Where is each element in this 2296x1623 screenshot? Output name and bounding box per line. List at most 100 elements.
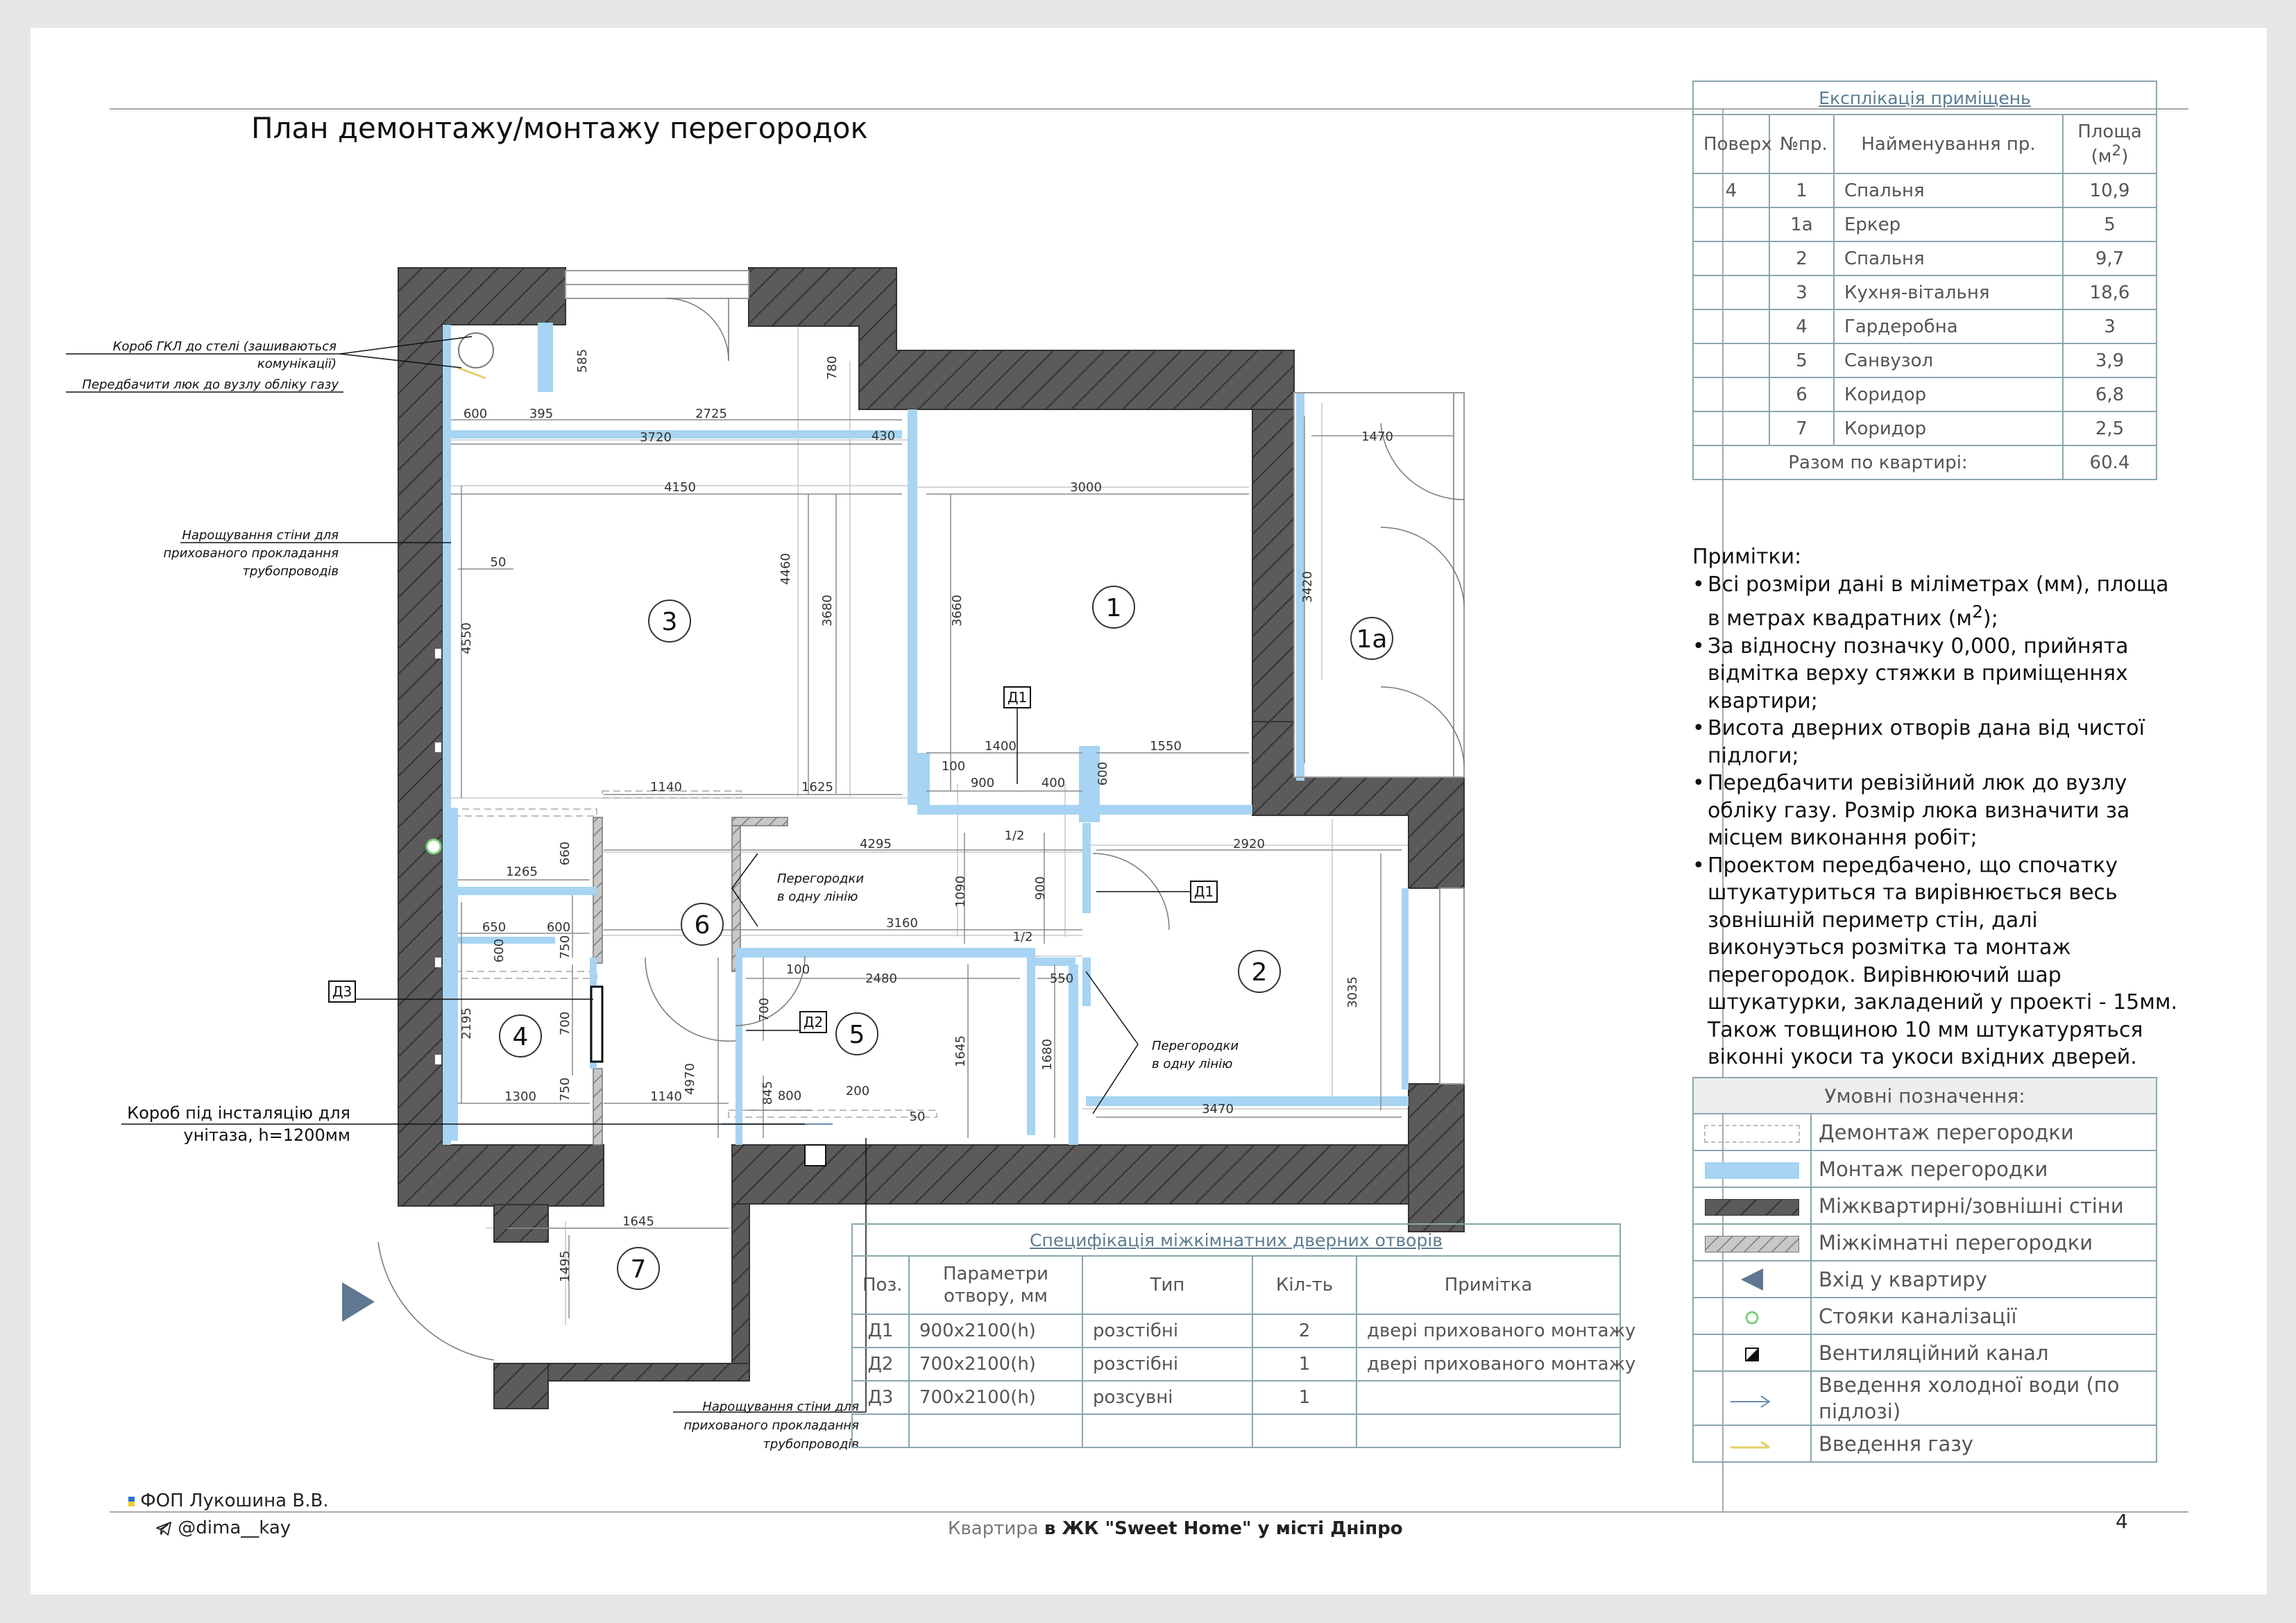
room-name: Коридор (1833, 411, 2064, 446)
room-name: Санвузол (1833, 343, 2064, 378)
door-type: розстібні (1082, 1314, 1253, 1348)
dim-650: 650 (482, 920, 506, 935)
gas-hatch-note: Передбачити люк до вузлу обліку газу (82, 377, 339, 392)
rooms-header-no: №пр. (1769, 114, 1835, 174)
legend-table: Умовні позначення: Демонтаж перегородки … (1692, 1077, 2158, 1463)
wall-build-bottom-3: трубопроводів (763, 1437, 859, 1452)
door-pos (851, 1413, 910, 1448)
room-number-1a: 1а (1357, 625, 1388, 654)
doors-header-type: Тип (1082, 1255, 1253, 1315)
dim-100-d1: 100 (942, 759, 965, 774)
dim-600-d1: 600 (1096, 762, 1110, 785)
room-floor (1692, 241, 1770, 276)
dim-1550: 1550 (1150, 739, 1182, 754)
room-area: 10,9 (2062, 173, 2157, 208)
room-number-1: 1 (1106, 594, 1122, 622)
rooms-header-floor: Поверх (1692, 114, 1772, 174)
dim-2725: 2725 (695, 407, 727, 421)
page-number: 4 (2116, 1510, 2128, 1533)
door-note: двері прихованого монтажу (1355, 1314, 1635, 1348)
door-params: 900х2100(h) (908, 1314, 1083, 1348)
dim-3000: 3000 (1070, 480, 1102, 495)
door-note (1355, 1413, 1622, 1448)
interior-partitions (593, 817, 788, 1146)
room-no: 7 (1769, 411, 1835, 446)
door-pos: Д2 (851, 1347, 910, 1382)
note-item: За відносну позначку 0,000, прийнята від… (1692, 633, 2178, 715)
door-tag-d1-right: Д1 (1194, 883, 1214, 900)
room-number-6: 6 (695, 911, 711, 940)
dim-3470: 3470 (1202, 1102, 1234, 1116)
project-prefix: Квартира (948, 1518, 1039, 1539)
dim-2920: 2920 (1233, 837, 1265, 851)
dim-1265: 1265 (506, 865, 538, 879)
note-item: Всі розміри дані в міліметрах (мм), площ… (1692, 571, 2178, 633)
doors-header-params: Параметри отвору, мм (908, 1255, 1083, 1315)
door-params (908, 1413, 1083, 1448)
rooms-total-label: Разом по квартирі: (1692, 445, 2064, 480)
door-note (1355, 1380, 1622, 1415)
dim-4550: 4550 (459, 622, 474, 654)
room-name: Коридор (1833, 377, 2064, 412)
door-type: розсувні (1082, 1380, 1253, 1415)
legend-label: Міжквартирні/зовнішні стіни (1810, 1187, 2158, 1225)
legend-symbol-new-partition (1692, 1150, 1812, 1188)
toilet-box-note-1: Короб під інсталяцію для (127, 1103, 350, 1123)
dim-395: 395 (529, 407, 553, 421)
dim-4970: 4970 (683, 1063, 697, 1095)
dim-1470: 1470 (1361, 430, 1393, 444)
door-type: розстібні (1082, 1347, 1253, 1382)
dim-half-1: 1/2 (1005, 829, 1025, 843)
room-floor (1692, 207, 1770, 242)
room-floor (1692, 377, 1770, 412)
door-tag-d1-top: Д1 (1007, 689, 1027, 706)
room-number-2: 2 (1252, 958, 1268, 987)
gkl-box-note-2: комунікації) (257, 357, 337, 371)
footer-handle[interactable]: @dima__kay (155, 1518, 291, 1538)
dim-3035: 3035 (1345, 976, 1360, 1008)
rooms-total-value: 60.4 (2062, 445, 2157, 480)
handle-text: @dima__kay (178, 1518, 291, 1538)
room-floor (1692, 343, 1770, 378)
dim-3660: 3660 (950, 595, 964, 627)
entry-arrow-icon (342, 1282, 375, 1322)
doors-specification-table: Специфікація міжкімнатних дверних отворі… (851, 1223, 1635, 1448)
room-no: 6 (1769, 377, 1835, 412)
partitions-line-1b: в одну лінію (777, 890, 858, 904)
legend-symbol-vent (1692, 1334, 1812, 1372)
notes-heading: Примітки: (1692, 545, 1802, 569)
dim-660: 660 (558, 842, 572, 865)
dim-1495: 1495 (558, 1250, 572, 1282)
dim-900-d1: 900 (971, 776, 994, 790)
dim-400: 400 (1041, 776, 1065, 790)
room-floor (1692, 309, 1770, 344)
dim-700-wardrobe: 700 (558, 1012, 572, 1035)
legend-label: Вентиляційний канал (1810, 1334, 2158, 1372)
room-name: Еркер (1833, 207, 2064, 242)
room-area: 5 (2062, 207, 2157, 242)
gas-line (457, 366, 486, 380)
dim-600-wardrobe: 600 (547, 920, 570, 935)
room-floor: 4 (1692, 173, 1770, 208)
room-floor (1692, 411, 1770, 446)
room-no: 1 (1769, 173, 1835, 208)
dim-845: 845 (760, 1081, 775, 1105)
footer-project-title: Квартира в ЖК "Sweet Home" у місті Дніпр… (948, 1518, 1403, 1539)
room-no: 5 (1769, 343, 1835, 378)
legend-label: Введення газу (1810, 1425, 2158, 1463)
legend-symbol-entry (1692, 1260, 1812, 1298)
legend-caption: Умовні позначення: (1692, 1077, 2158, 1114)
room-area: 6,8 (2062, 377, 2157, 412)
wall-build-bottom-1: Нарощування стіни для (702, 1400, 859, 1414)
legend-label: Стояки каналізації (1810, 1297, 2158, 1335)
dim-100-bath: 100 (786, 962, 810, 977)
door-qty: 2 (1252, 1314, 1357, 1348)
sliding-door-d3 (590, 985, 604, 1063)
notes-list: Всі розміри дані в міліметрах (мм), площ… (1692, 571, 2178, 1071)
dim-3720: 3720 (640, 430, 672, 445)
room-name: Спальня (1833, 173, 2064, 208)
rooms-explication-table: Експлікація приміщень Поверх №пр. Наймен… (1692, 80, 2157, 480)
dim-3680: 3680 (820, 595, 835, 627)
dim-800: 800 (778, 1089, 801, 1103)
dim-1680: 1680 (1040, 1039, 1055, 1071)
